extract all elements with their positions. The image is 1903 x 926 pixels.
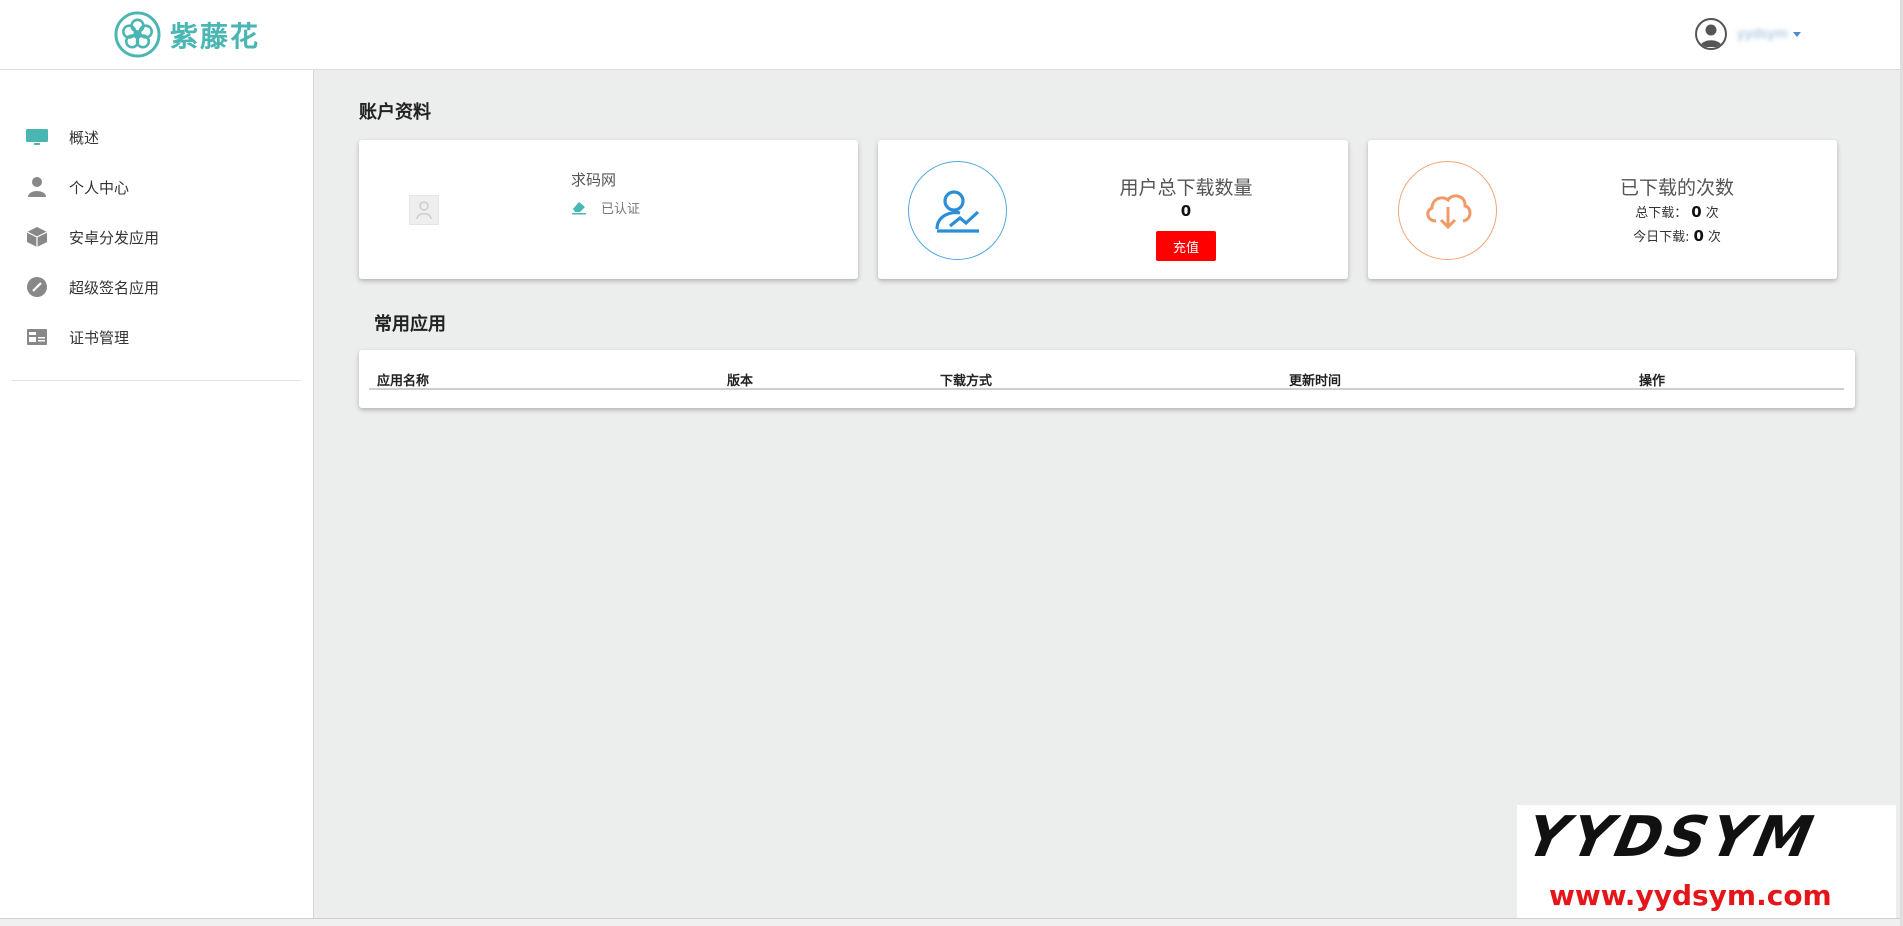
user-name[interactable]: yydsym [1737, 27, 1788, 42]
eraser-icon [572, 202, 586, 215]
downloaded-title: 已下载的次数 [1619, 177, 1734, 199]
cloud-download-icon [1425, 193, 1471, 229]
today-download-value: 0 [1693, 227, 1704, 245]
id-card-icon [25, 325, 49, 349]
total-download-label: 总下载： [1635, 206, 1688, 221]
sidebar-item-label: 安卓分发应用 [69, 228, 160, 247]
horizontal-scrollbar[interactable] [0, 918, 1900, 926]
column-header-update-time[interactable]: 更新时间 [1289, 370, 1341, 389]
sidebar-item-label: 个人中心 [69, 178, 130, 197]
total-downloads-title: 用户总下载数量 [1119, 177, 1253, 199]
sidebar-item-profile[interactable]: 个人中心 [0, 162, 313, 212]
package-icon [25, 225, 49, 249]
recharge-button[interactable]: 充值 [1156, 231, 1216, 261]
total-download-line: 总下载： 0 次 [1557, 202, 1797, 221]
sidebar: 概述 个人中心 安卓分发应用 超级签名应用 证书管理 [0, 70, 314, 920]
sidebar-item-label: 概述 [69, 128, 100, 147]
total-downloads-card: 用户总下载数量 0 充值 [878, 140, 1348, 279]
total-download-value: 0 [1691, 203, 1702, 221]
watermark-logo-text: YYDSYM [1520, 805, 1823, 870]
user-avatar-icon [1700, 24, 1722, 47]
verified-status: 已认证 [571, 198, 640, 217]
downloaded-count-card: 已下载的次数 总下载： 0 次 今日下载: 0 次 [1368, 140, 1837, 279]
user-placeholder-icon [416, 201, 432, 220]
compass-icon [25, 275, 49, 299]
cloud-download-ring [1398, 161, 1497, 260]
user-icon [25, 175, 49, 199]
unit-label: 次 [1707, 230, 1721, 245]
site-name: 求码网 [571, 171, 617, 189]
watermark-url: www.yydsym.com [1549, 879, 1832, 912]
sidebar-nav: 概述 个人中心 安卓分发应用 超级签名应用 证书管理 [0, 70, 313, 362]
sidebar-item-label: 超级签名应用 [69, 278, 160, 297]
column-header-actions[interactable]: 操作 [1639, 370, 1665, 389]
user-chart-ring [908, 161, 1007, 260]
divider [12, 380, 301, 381]
sidebar-item-super-sign[interactable]: 超级签名应用 [0, 262, 313, 312]
column-header-version[interactable]: 版本 [727, 370, 753, 389]
table-header: 应用名称 版本 下载方式 更新时间 操作 [369, 364, 1844, 390]
profile-image [409, 195, 439, 225]
brand-name: 紫藤花 [170, 19, 261, 53]
unit-label: 次 [1705, 206, 1719, 221]
apps-table: 应用名称 版本 下载方式 更新时间 操作 [359, 350, 1855, 408]
sidebar-item-android-apps[interactable]: 安卓分发应用 [0, 212, 313, 262]
apps-section-title: 常用应用 [374, 314, 446, 335]
total-downloads-value: 0 [1180, 202, 1192, 220]
watermark: YYDSYM www.yydsym.com [1517, 805, 1896, 922]
chevron-down-icon[interactable] [1792, 31, 1801, 37]
today-download-label: 今日下载: [1633, 230, 1690, 245]
verified-label: 已认证 [601, 202, 641, 217]
sidebar-item-label: 证书管理 [69, 328, 130, 347]
avatar[interactable] [1695, 18, 1727, 50]
profile-card: 求码网 已认证 [359, 140, 858, 279]
today-download-line: 今日下载: 0 次 [1557, 226, 1797, 245]
account-section-title: 账户资料 [359, 102, 431, 123]
logo[interactable]: 紫藤花 [114, 11, 260, 58]
flower-logo-icon [114, 11, 161, 58]
top-bar: 紫藤花 yydsym [0, 0, 1900, 70]
sidebar-item-overview[interactable]: 概述 [0, 112, 313, 162]
user-chart-icon [934, 189, 979, 233]
column-header-download-method[interactable]: 下载方式 [940, 370, 992, 389]
user-menu[interactable]: yydsym [1695, 18, 1801, 50]
column-header-app-name[interactable]: 应用名称 [377, 370, 429, 389]
sidebar-item-certificates[interactable]: 证书管理 [0, 312, 313, 362]
monitor-icon [25, 125, 49, 149]
